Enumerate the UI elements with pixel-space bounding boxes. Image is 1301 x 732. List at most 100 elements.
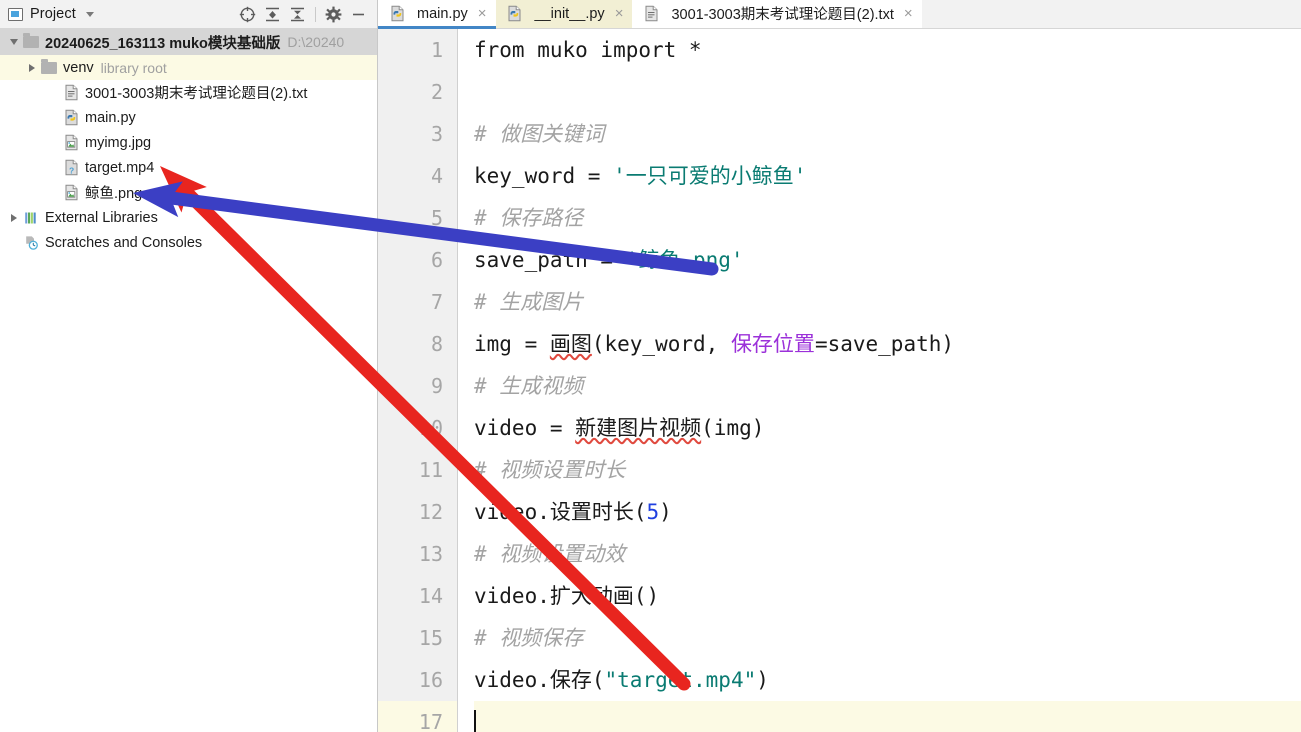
code-token: video.设置时长( — [474, 499, 647, 524]
settings-gear-icon[interactable] — [321, 2, 346, 26]
tree-item-label: External Libraries — [45, 209, 158, 226]
code-token: 保存位置 — [730, 331, 815, 356]
python-file-icon — [62, 109, 80, 127]
code-line[interactable]: video = 新建图片视频(img) — [474, 407, 1301, 449]
project-window-icon — [8, 7, 23, 21]
editor-tab-bar: main.py × __init__.py × 3001-3003期末考试理论题目(2)… — [378, 0, 1301, 29]
code-token: video.扩大动画() — [474, 583, 660, 608]
text-file-icon — [62, 84, 80, 102]
image-file-icon — [62, 184, 80, 202]
code-viewport: 1 2 3 4 5 6 7 8 9 10 11 12 13 14 15 16 17 from muko impo… — [378, 28, 1301, 732]
hide-panel-icon[interactable] — [346, 2, 371, 26]
line-number: 16 — [418, 667, 443, 692]
code-token: "target.mp4" — [604, 667, 757, 692]
chevron-down-icon[interactable] — [6, 30, 22, 55]
code-token: # 视频保存 — [474, 625, 584, 650]
tree-item-label: myimg.jpg — [85, 134, 152, 151]
tree-item-scratches-and-consoles[interactable]: Scratches and Consoles — [0, 230, 377, 255]
code-line[interactable]: key_word = '一只可爱的小鲸鱼' — [474, 155, 1301, 197]
code-line[interactable]: # 视频设置动效 — [474, 533, 1301, 575]
tree-item-20240625-163113-muko[interactable]: 20240625_163113 muko模块基础版 D:\20240 — [0, 29, 377, 55]
tree-item-label: Scratches and Consoles — [45, 234, 203, 251]
project-panel-title: Project — [30, 6, 76, 22]
line-number-gutter: 1 2 3 4 5 6 7 8 9 10 11 12 13 14 15 16 17 — [378, 28, 458, 732]
folder-icon — [22, 33, 40, 51]
code-content[interactable]: from muko import * # 做图关键词 key_word = '一只可… — [458, 28, 1301, 732]
chevron-down-glyph — [10, 39, 18, 45]
editor-tab-main-py[interactable]: main.py × — [378, 0, 496, 29]
line-number: 15 — [418, 625, 443, 650]
line-number: 6 — [430, 247, 443, 272]
tree-item-subtitle: library root — [100, 59, 167, 76]
chevron-right-icon[interactable] — [6, 205, 22, 230]
line-number: 4 — [430, 163, 443, 188]
tree-item-target-mp4[interactable]: ? target.mp4 — [0, 155, 377, 180]
tree-item-png[interactable]: 鲸鱼.png — [0, 180, 377, 205]
code-line[interactable]: # 做图关键词 — [474, 113, 1301, 155]
code-line[interactable]: # 视频设置时长 — [474, 449, 1301, 491]
python-file-icon — [506, 5, 524, 23]
close-icon[interactable]: × — [478, 6, 487, 21]
code-token: 5 — [646, 499, 660, 524]
code-line[interactable]: video.保存("target.mp4") — [474, 659, 1301, 701]
code-line[interactable]: img = 画图(key_word, 保存位置=save_path) — [474, 323, 1301, 365]
line-number: 14 — [418, 583, 443, 608]
chevron-right-glyph — [11, 213, 17, 222]
code-token: ) — [756, 667, 769, 692]
tree-item-3001-3003-2-txt[interactable]: 3001-3003期末考试理论题目(2).txt — [0, 80, 377, 105]
editor-tab-label: 3001-3003期末考试理论题目(2).txt — [671, 7, 894, 24]
code-token: video.保存( — [474, 667, 605, 692]
line-number: 12 — [418, 499, 443, 524]
unknown-file-icon: ? — [62, 159, 80, 177]
code-line[interactable]: # 视频保存 — [474, 617, 1301, 659]
tree-item-myimg-jpg[interactable]: myimg.jpg — [0, 130, 377, 155]
line-number: 10 — [418, 415, 443, 440]
select-opened-file-icon[interactable] — [235, 2, 260, 26]
close-icon[interactable]: × — [904, 6, 913, 21]
tree-item-label: venv — [63, 59, 94, 76]
code-token: ) — [659, 499, 672, 524]
code-token: '鲸鱼.png' — [625, 247, 744, 272]
project-panel-header: Project — [0, 0, 377, 29]
line-number: 13 — [418, 541, 443, 566]
chevron-right-icon[interactable] — [24, 55, 40, 80]
code-line[interactable] — [474, 700, 1301, 732]
code-token: 画图 — [549, 331, 592, 356]
chevron-down-icon[interactable] — [85, 11, 94, 17]
code-line[interactable]: from muko import * — [474, 29, 1301, 71]
code-token: # 保存路径 — [474, 205, 584, 230]
chevron-right-glyph — [29, 63, 35, 72]
tree-item-subtitle: D:\20240 — [287, 34, 345, 50]
collapse-all-icon[interactable] — [285, 2, 310, 26]
tree-item-venv[interactable]: venv library root — [0, 55, 377, 80]
code-token: # 生成图片 — [474, 289, 584, 314]
editor-tab-init-py[interactable]: __init__.py × — [495, 0, 633, 28]
editor-tab-3001-3003-2-txt[interactable]: 3001-3003期末考试理论题目(2).txt × — [632, 0, 922, 28]
code-line[interactable]: # 生成视频 — [474, 365, 1301, 407]
code-token: # 做图关键词 — [474, 121, 605, 146]
ide-window: Project 20240625_163113 muko模块基础版 D:\202… — [0, 0, 1301, 732]
code-line[interactable]: video.设置时长(5) — [474, 491, 1301, 533]
project-panel-title-group[interactable]: Project — [8, 6, 94, 22]
expand-all-icon[interactable] — [260, 2, 285, 26]
project-tree: 20240625_163113 muko模块基础版 D:\20240 venv lib… — [0, 29, 377, 255]
line-number: 2 — [430, 79, 443, 104]
code-token: # 生成视频 — [474, 373, 584, 398]
code-line[interactable]: video.扩大动画() — [474, 575, 1301, 617]
tree-item-main-py[interactable]: main.py — [0, 105, 377, 130]
code-line[interactable]: # 保存路径 — [474, 197, 1301, 239]
tree-item-external-libraries[interactable]: External Libraries — [0, 205, 377, 230]
code-token: (key_word, — [591, 331, 731, 356]
text-caret — [474, 709, 476, 732]
line-number: 11 — [418, 457, 443, 482]
code-token: video = — [474, 415, 576, 440]
close-icon[interactable]: × — [615, 6, 624, 21]
code-line[interactable] — [474, 71, 1301, 113]
external-libraries-icon — [22, 209, 40, 227]
line-number: 5 — [430, 205, 443, 230]
code-line[interactable]: save_path = '鲸鱼.png' — [474, 239, 1301, 281]
folder-icon — [40, 58, 58, 77]
code-line[interactable]: # 生成图片 — [474, 281, 1301, 323]
project-tool-window: Project 20240625_163113 muko模块基础版 D:\202… — [0, 0, 378, 732]
code-token: # 视频设置动效 — [474, 541, 626, 566]
